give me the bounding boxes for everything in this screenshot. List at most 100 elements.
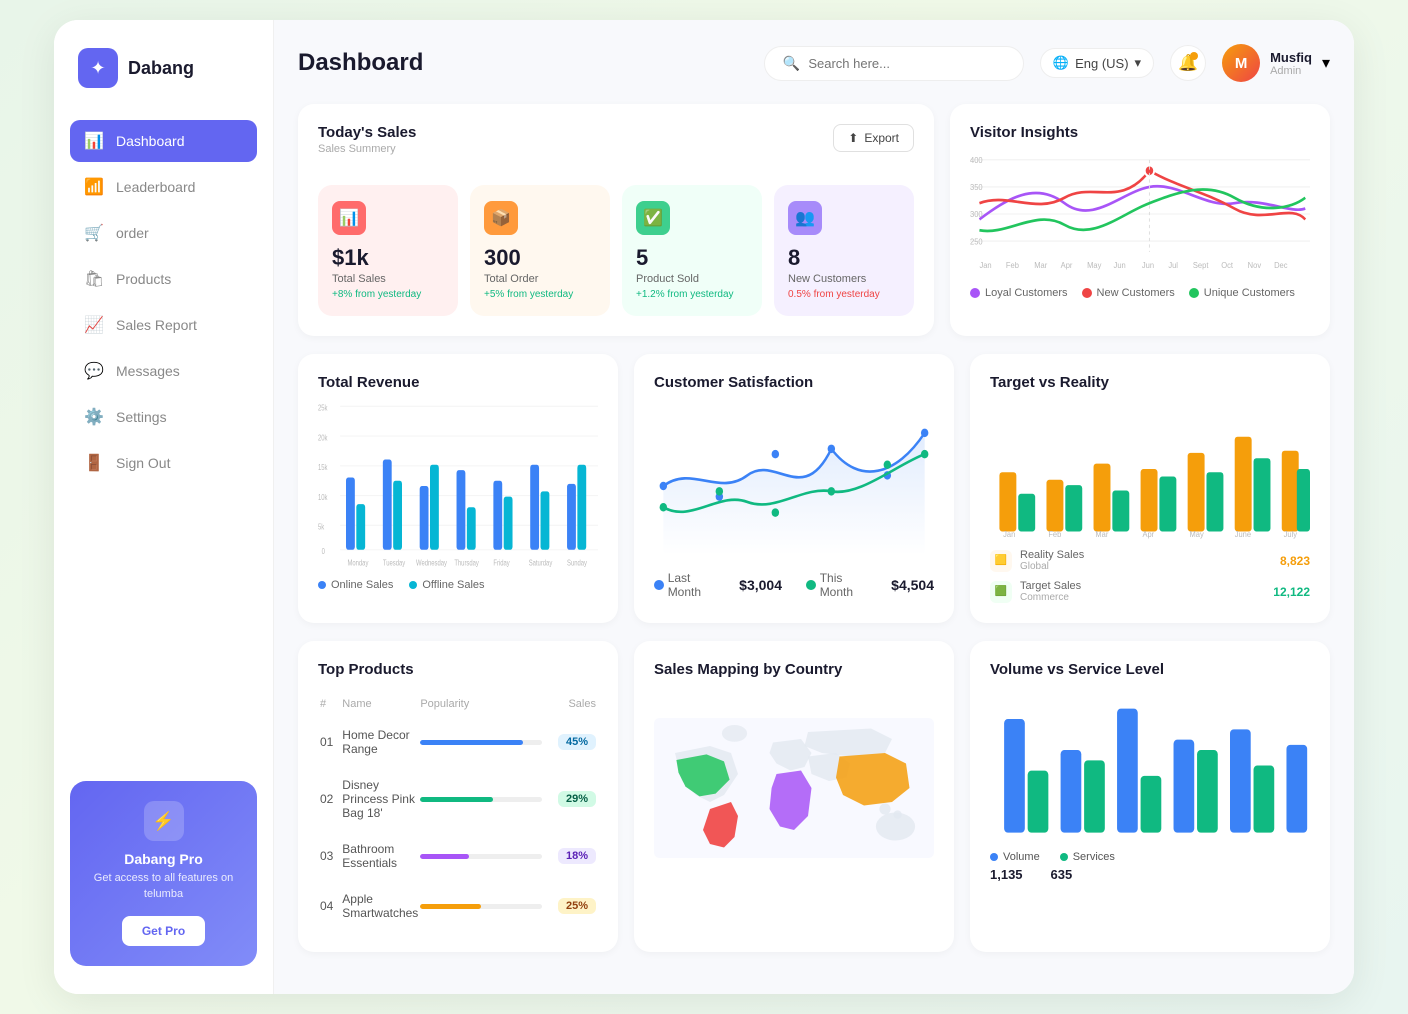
prod-pop-4 (420, 882, 541, 930)
col-popularity: Popularity (420, 692, 541, 716)
this-month-label: This Month (820, 571, 877, 599)
leaderboard-icon: 📶 (84, 177, 104, 197)
svg-text:300: 300 (970, 210, 983, 220)
prod-pop-1 (420, 718, 541, 766)
sidebar-item-order[interactable]: 🛒 order (70, 212, 257, 254)
user-details: Musfiq Admin (1270, 50, 1312, 77)
tvr-chart-container: Jan Feb Mar Apr May June July (990, 399, 1310, 539)
col-num: # (320, 692, 340, 716)
chevron-down-icon: ▾ (1135, 55, 1142, 71)
products-table: # Name Popularity Sales 01 Home Decor Ra… (318, 690, 598, 932)
svg-text:Jun: Jun (1114, 261, 1126, 271)
total-sales-icon: 📊 (332, 201, 366, 235)
svg-text:Apr: Apr (1061, 261, 1073, 271)
last-month-label: Last Month (668, 571, 725, 599)
product-row-1: 01 Home Decor Range 45% (320, 718, 596, 766)
svg-text:Nov: Nov (1248, 261, 1262, 271)
user-name: Musfiq (1270, 50, 1312, 65)
topbar: Dashboard 🔍 🌐 Eng (US) ▾ 🔔 M Musfiq Admi… (298, 44, 1330, 82)
new-customers-label: New Customers (788, 273, 900, 285)
col-sales: Sales (544, 692, 596, 716)
notification-button[interactable]: 🔔 (1170, 45, 1206, 81)
svg-text:Wednesday: Wednesday (416, 558, 447, 568)
sidebar-item-settings[interactable]: ⚙️ Settings (70, 396, 257, 438)
product-row-2: 02 Disney Princess Pink Bag 18' 29% (320, 768, 596, 830)
svg-text:Monday: Monday (347, 558, 368, 568)
promo-card: ⚡ Dabang Pro Get access to all features … (70, 781, 257, 966)
today-sales-header: Today's Sales Sales Summery ⬆ Export (318, 124, 914, 169)
prod-pop-2 (420, 768, 541, 830)
services-legend: Services (1060, 851, 1115, 863)
sidebar-item-leaderboard[interactable]: 📶 Leaderboard (70, 166, 257, 208)
svg-text:July: July (1284, 529, 1298, 539)
sidebar-item-messages[interactable]: 💬 Messages (70, 350, 257, 392)
sidebar-item-sign-out[interactable]: 🚪 Sign Out (70, 442, 257, 484)
total-revenue-card: Total Revenue 25k 20k 15k (298, 354, 618, 623)
logo-icon: ✦ (78, 48, 118, 88)
top-products-card: Top Products # Name Popularity Sales 01 (298, 641, 618, 952)
stat-product-sold: ✅ 5 Product Sold +1.2% from yesterday (622, 185, 762, 316)
svg-text:Oct: Oct (1221, 261, 1233, 271)
sidebar-label-leaderboard: Leaderboard (116, 179, 195, 195)
promo-icon: ⚡ (144, 801, 184, 841)
svg-text:Friday: Friday (493, 558, 510, 568)
product-sold-change: +1.2% from yesterday (636, 289, 748, 300)
target-sales-text: Target Sales Commerce (1020, 580, 1265, 603)
visitor-legend: Loyal Customers New Customers Unique Cus… (970, 287, 1310, 299)
svg-text:May: May (1087, 261, 1102, 271)
stat-cards: 📊 $1k Total Sales +8% from yesterday 📦 3… (318, 185, 914, 316)
messages-icon: 💬 (84, 361, 104, 381)
svg-text:10k: 10k (318, 492, 328, 502)
total-order-change: +5% from yesterday (484, 289, 596, 300)
svg-text:25k: 25k (318, 402, 328, 412)
today-sales-card: Today's Sales Sales Summery ⬆ Export 📊 $… (298, 104, 934, 336)
language-selector[interactable]: 🌐 Eng (US) ▾ (1040, 48, 1154, 78)
total-sales-value: $1k (332, 245, 444, 271)
prod-num-1: 01 (320, 718, 340, 766)
unique-label: Unique Customers (1204, 287, 1295, 299)
prod-name-1: Home Decor Range (342, 718, 418, 766)
svg-text:350: 350 (970, 183, 983, 193)
stat-new-customers: 👥 8 New Customers 0.5% from yesterday (774, 185, 914, 316)
search-input[interactable] (808, 56, 1005, 71)
svg-text:Sept: Sept (1193, 261, 1209, 271)
online-dot (318, 581, 326, 589)
new-customers-change: 0.5% from yesterday (788, 289, 900, 300)
total-sales-change: +8% from yesterday (332, 289, 444, 300)
offline-legend: Offline Sales (409, 579, 484, 591)
row-1: Today's Sales Sales Summery ⬆ Export 📊 $… (298, 104, 1330, 336)
offline-dot (409, 581, 417, 589)
world-map (654, 688, 934, 888)
sidebar-item-sales-report[interactable]: 📈 Sales Report (70, 304, 257, 346)
prod-name-3: Bathroom Essentials (342, 832, 418, 880)
prod-num-3: 03 (320, 832, 340, 880)
user-info[interactable]: M Musfiq Admin ▾ (1222, 44, 1330, 82)
top-products-title: Top Products (318, 661, 598, 678)
get-pro-button[interactable]: Get Pro (122, 916, 205, 946)
sidebar-label-settings: Settings (116, 409, 167, 425)
flag-icon: 🌐 (1053, 55, 1069, 71)
notification-dot (1190, 52, 1198, 60)
user-role: Admin (1270, 65, 1312, 77)
total-sales-label: Total Sales (332, 273, 444, 285)
services-dot (1060, 853, 1068, 861)
volume-dot (990, 853, 998, 861)
col-name: Name (342, 692, 418, 716)
services-stat-value: 635 (1051, 867, 1073, 882)
products-icon: 🛍 (84, 269, 104, 289)
prod-num-2: 02 (320, 768, 340, 830)
stat-total-order: 📦 300 Total Order +5% from yesterday (470, 185, 610, 316)
export-button[interactable]: ⬆ Export (833, 124, 914, 152)
lang-label: Eng (US) (1075, 56, 1128, 71)
search-bar: 🔍 (764, 46, 1024, 81)
svg-text:Mar: Mar (1095, 529, 1108, 539)
page-title: Dashboard (298, 49, 748, 77)
loyal-dot (970, 288, 980, 298)
prod-sales-2: 29% (544, 768, 596, 830)
svg-text:Jun: Jun (1142, 261, 1154, 271)
satisfaction-legend: Last Month $3,004 This Month $4,504 (654, 571, 934, 599)
sidebar-item-dashboard[interactable]: 📊 Dashboard (70, 120, 257, 162)
total-revenue-title: Total Revenue (318, 374, 598, 391)
sidebar-item-products[interactable]: 🛍 Products (70, 258, 257, 300)
svg-text:20k: 20k (318, 432, 328, 442)
